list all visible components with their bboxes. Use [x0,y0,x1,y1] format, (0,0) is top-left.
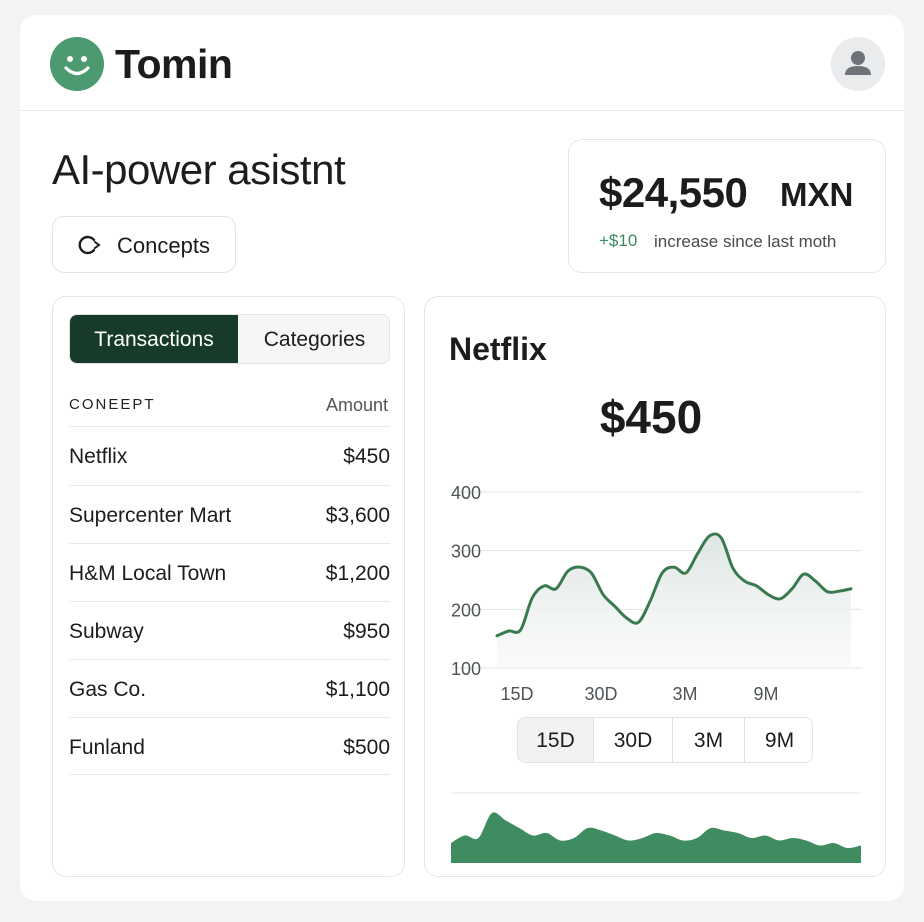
tab-transactions[interactable]: Transactions [70,315,238,363]
brand-name: Tomin [115,41,233,87]
balance-card: $24,550 MXN +$10 increase since last mot… [568,139,886,273]
row-name: Supercenter Mart [69,504,232,527]
y-tick-label: 200 [451,600,481,620]
x-tick-label: 3M [672,684,697,704]
table-row[interactable]: Supercenter Mart $3,600 [69,485,390,543]
row-name: Subway [69,620,144,643]
row-amount: $450 [343,445,390,468]
app-window: Tomin AI-power asistnt Concepts $24,550 … [20,15,904,901]
overview-chart [450,792,862,863]
concepts-button-label: Concepts [117,233,210,258]
x-tick-label: 15D [500,684,533,704]
balance-change-text: increase since last moth [654,232,837,251]
range-button-9m[interactable]: 9M [745,718,812,762]
row-amount: $950 [343,620,390,643]
range-button-30d[interactable]: 30D [594,718,673,762]
table-divider [69,774,390,775]
mini-chart-area [451,812,861,863]
row-name: Funland [69,736,145,759]
balance-change: +$10 [599,231,638,250]
row-name: Gas Co. [69,678,147,701]
row-amount: $1,100 [325,678,390,701]
table-row[interactable]: Netflix $450 [69,426,390,484]
price-chart: 400 300 200 100 15D 30D 3M 9M [451,483,861,704]
tab-bar: Transactions Categories [69,314,390,364]
refresh-icon [78,235,101,255]
row-amount: $1,200 [325,562,390,585]
header: Tomin [20,15,904,111]
column-header-amount: Amount [325,395,388,415]
detail-panel: Netflix $450 400 300 200 100 15D 30D 3M 9M 15D … [424,296,886,877]
concepts-button[interactable]: Concepts [52,216,236,273]
x-tick-label: 30D [584,684,617,704]
table-row[interactable]: Funland $500 [69,717,390,775]
user-icon[interactable] [831,37,885,91]
range-button-3m[interactable]: 3M [673,718,745,762]
chart-area-fill [497,533,851,668]
y-tick-label: 100 [451,659,481,679]
y-tick-label: 300 [451,542,481,562]
range-button-15d[interactable]: 15D [518,718,594,762]
tab-categories[interactable]: Categories [238,315,389,363]
smiley-icon[interactable] [50,37,104,91]
y-tick-label: 400 [451,483,481,503]
row-amount: $3,600 [325,504,390,527]
row-name: H&M Local Town [69,562,227,585]
x-tick-label: 9M [753,684,778,704]
balance-amount: $24,550 [599,169,748,216]
row-amount: $500 [343,736,390,759]
row-name: Netflix [69,445,128,468]
table-row[interactable]: Subway $950 [69,601,390,659]
balance-currency: MXN [780,176,854,213]
page-title: AI-power asistnt [52,146,346,193]
range-selector: 15D 30D 3M 9M [517,717,813,763]
transactions-panel: Transactions Categories CONEEPT Amount N… [52,296,405,877]
column-header-concept: CONEEPT [69,396,156,413]
table-row[interactable]: Gas Co. $1,100 [69,659,390,717]
table-row[interactable]: H&M Local Town $1,200 [69,543,390,601]
